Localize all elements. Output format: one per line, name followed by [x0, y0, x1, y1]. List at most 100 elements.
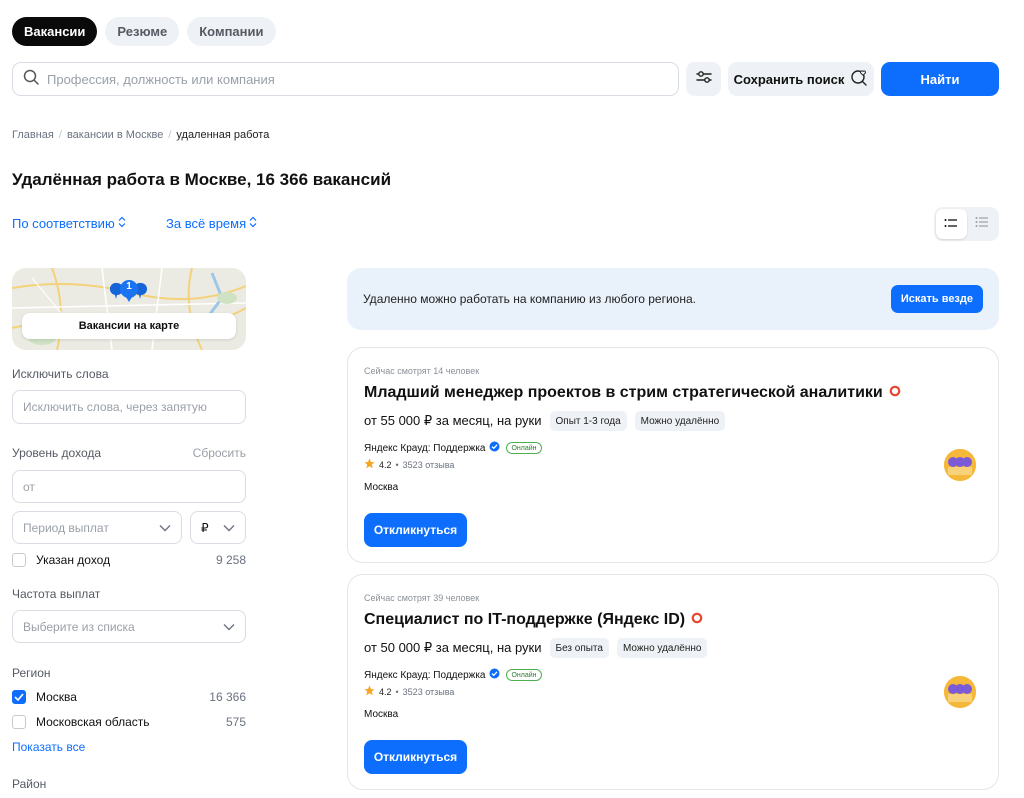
region-moscow-oblast-checkbox[interactable] — [12, 715, 26, 729]
map-vacancies-button[interactable]: Вакансии на карте — [22, 313, 236, 339]
search-input[interactable] — [47, 71, 647, 87]
updown-chevron-icon — [249, 216, 257, 231]
rating-row: 4.2 • 3523 отзыва — [364, 685, 454, 698]
experience-chip: Опыт 1-3 года — [549, 411, 627, 431]
income-reset-link[interactable]: Сбросить — [193, 446, 246, 460]
company-row: Яндекс Крауд: Поддержка Онлайн — [364, 668, 542, 682]
region-moscow-count: 16 366 — [209, 690, 246, 704]
company-name[interactable]: Яндекс Крауд: Поддержка — [364, 670, 485, 681]
star-icon — [364, 685, 375, 698]
banner-text: Удаленно можно работать на компанию из л… — [363, 292, 696, 306]
tab-companies[interactable]: Компании — [187, 17, 276, 46]
company-row: Яндекс Крауд: Поддержка Онлайн — [364, 441, 542, 455]
view-toggle — [934, 207, 999, 241]
compact-view-button[interactable] — [967, 209, 998, 239]
salary-row: от 50 000 ₽ за месяц, на руки Без опыта … — [364, 638, 708, 658]
vacancy-card[interactable]: Сейчас смотрят 39 человек Специалист по … — [347, 574, 999, 790]
apply-button[interactable]: Откликнуться — [364, 740, 467, 774]
breadcrumb: Главная / вакансии в Москве / удаленная … — [12, 129, 269, 141]
chevron-down-icon — [223, 521, 235, 535]
income-specified-count: 9 258 — [215, 553, 246, 567]
rating-row: 4.2 • 3523 отзыва — [364, 458, 454, 471]
star-icon — [364, 458, 375, 471]
bullet: • — [395, 459, 399, 470]
vacancies-map[interactable]: 1 Вакансии на карте — [12, 268, 246, 350]
payment-frequency-placeholder: Выберите из списка — [23, 619, 135, 634]
hot-icon — [691, 611, 703, 629]
region-moscow-oblast-row[interactable]: Московская область 575 — [12, 715, 246, 729]
save-search-button[interactable]: Сохранить поиск — [728, 62, 874, 96]
region-moscow-checkbox[interactable] — [12, 690, 26, 704]
verified-icon — [489, 668, 500, 682]
bullet: • — [395, 686, 399, 697]
region-moscow-label: Москва — [36, 690, 77, 704]
vacancy-title-link[interactable]: Специалист по IT-поддержке (Яндекс ID) — [364, 611, 703, 629]
experience-chip: Без опыта — [549, 638, 609, 658]
exclude-words-placeholder: Исключить слова, через запятую — [23, 400, 207, 414]
verified-icon — [489, 441, 500, 455]
payment-frequency-select[interactable]: Выберите из списка — [12, 610, 246, 643]
search-box — [12, 62, 679, 96]
find-button[interactable]: Найти — [881, 62, 999, 96]
income-from-field[interactable]: от — [12, 470, 246, 503]
sort-relevance-label: По соответствию — [12, 216, 115, 231]
region-moscow-oblast-label: Московская область — [36, 715, 150, 729]
save-search-label: Сохранить поиск — [733, 71, 845, 87]
search-heart-icon — [850, 69, 868, 90]
exclude-words-field[interactable]: Исключить слова, через запятую — [12, 390, 246, 424]
vacancy-title: Младший менеджер проектов в стрим страте… — [364, 384, 883, 401]
breadcrumb-home[interactable]: Главная — [12, 129, 54, 141]
chevron-down-icon — [223, 620, 235, 634]
remote-chip: Можно удалённо — [616, 638, 708, 658]
compact-list-icon — [975, 215, 989, 233]
map-pin-cluster-icon[interactable]: 1 — [109, 279, 148, 303]
show-all-regions-link[interactable]: Показать все — [12, 740, 85, 754]
tab-resume[interactable]: Резюме — [105, 17, 180, 46]
rating-value: 4.2 — [379, 459, 392, 470]
income-specified-checkbox[interactable] — [12, 553, 26, 567]
breadcrumb-moscow[interactable]: вакансии в Москве — [67, 129, 163, 141]
page-title: Удалённая работа в Москве, 16 366 ваканс… — [12, 170, 392, 189]
breadcrumb-separator: / — [168, 129, 172, 141]
breadcrumb-current: удаленная работа — [176, 129, 270, 141]
payment-period-select[interactable]: Период выплат — [12, 511, 182, 544]
company-logo[interactable] — [944, 676, 976, 708]
reviews-count[interactable]: 3523 отзыва — [403, 687, 455, 697]
currency-select[interactable]: ₽ — [190, 511, 246, 544]
company-logo[interactable] — [944, 449, 976, 481]
chevron-down-icon — [159, 521, 171, 535]
vacancy-title-link[interactable]: Младший менеджер проектов в стрим страте… — [364, 384, 901, 402]
region-moscow-row[interactable]: Москва 16 366 — [12, 690, 246, 704]
online-badge: Онлайн — [506, 669, 542, 681]
remote-chip: Можно удалённо — [634, 411, 726, 431]
search-everywhere-button[interactable]: Искать везде — [890, 285, 983, 313]
rating-value: 4.2 — [379, 686, 392, 697]
reviews-count[interactable]: 3523 отзыва — [403, 460, 455, 470]
sort-period-dropdown[interactable]: За всё время — [166, 216, 257, 231]
vacancy-city: Москва — [364, 482, 399, 493]
online-badge: Онлайн — [506, 442, 542, 454]
salary-row: от 55 000 ₽ за месяц, на руки Опыт 1-3 г… — [364, 411, 726, 431]
apply-button[interactable]: Откликнуться — [364, 513, 467, 547]
remote-info-banner: Удаленно можно работать на компанию из л… — [347, 268, 999, 330]
viewers-count: Сейчас смотрят 14 человек — [364, 366, 480, 376]
vacancy-title: Специалист по IT-поддержке (Яндекс ID) — [364, 611, 686, 628]
salary: от 55 000 ₽ за месяц, на руки — [364, 413, 542, 428]
company-name[interactable]: Яндекс Крауд: Поддержка — [364, 443, 485, 454]
income-specified-checkbox-row[interactable]: Указан доход 9 258 — [12, 553, 246, 567]
sort-relevance-dropdown[interactable]: По соответствию — [12, 216, 126, 231]
income-specified-label: Указан доход — [36, 553, 111, 567]
hot-icon — [889, 384, 901, 402]
tab-vacancies[interactable]: Вакансии — [12, 17, 98, 46]
filters-button[interactable] — [686, 62, 721, 96]
currency-value: ₽ — [201, 520, 209, 535]
exclude-words-label: Исключить слова — [12, 367, 109, 381]
region-moscow-oblast-count: 575 — [225, 715, 246, 729]
vacancy-city: Москва — [364, 709, 399, 720]
sliders-icon — [695, 69, 713, 90]
search-icon — [23, 69, 39, 90]
list-view-button[interactable] — [936, 209, 967, 239]
sort-period-label: За всё время — [166, 216, 247, 231]
viewers-count: Сейчас смотрят 39 человек — [364, 593, 480, 603]
vacancy-card[interactable]: Сейчас смотрят 14 человек Младший менедж… — [347, 347, 999, 563]
